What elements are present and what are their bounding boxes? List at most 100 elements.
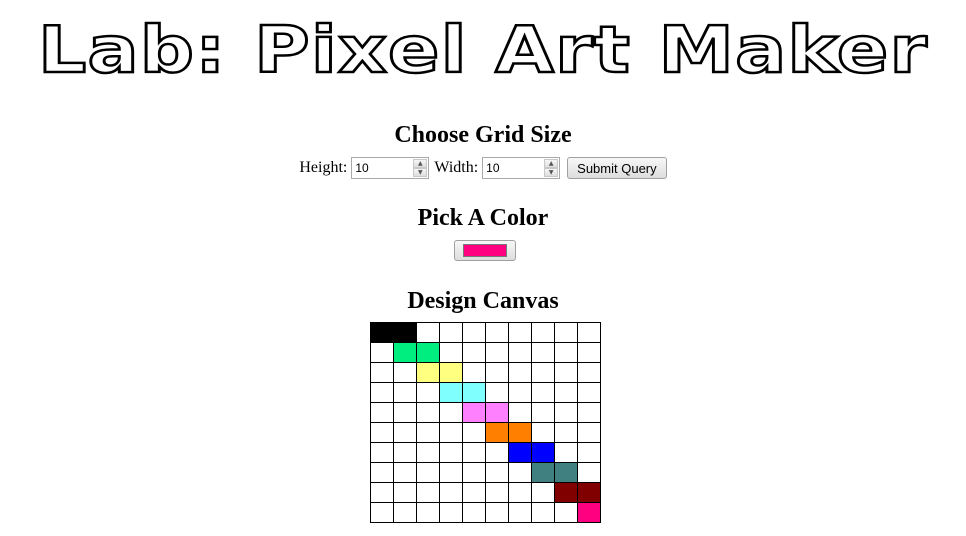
canvas-cell[interactable] xyxy=(462,442,486,463)
canvas-cell[interactable] xyxy=(531,322,555,343)
canvas-cell[interactable] xyxy=(370,502,394,523)
canvas-cell[interactable] xyxy=(485,482,509,503)
canvas-cell[interactable] xyxy=(485,402,509,423)
canvas-cell[interactable] xyxy=(577,502,601,523)
canvas-cell[interactable] xyxy=(416,402,440,423)
canvas-cell[interactable] xyxy=(462,482,486,503)
canvas-cell[interactable] xyxy=(462,502,486,523)
canvas-cell[interactable] xyxy=(508,362,532,383)
canvas-cell[interactable] xyxy=(393,422,417,443)
canvas-cell[interactable] xyxy=(577,442,601,463)
canvas-cell[interactable] xyxy=(577,342,601,363)
canvas-cell[interactable] xyxy=(416,342,440,363)
canvas-cell[interactable] xyxy=(370,342,394,363)
canvas-cell[interactable] xyxy=(462,342,486,363)
canvas-cell[interactable] xyxy=(554,502,578,523)
canvas-cell[interactable] xyxy=(554,422,578,443)
canvas-cell[interactable] xyxy=(439,422,463,443)
canvas-cell[interactable] xyxy=(439,462,463,483)
canvas-cell[interactable] xyxy=(439,502,463,523)
canvas-cell[interactable] xyxy=(462,362,486,383)
canvas-cell[interactable] xyxy=(393,342,417,363)
canvas-cell[interactable] xyxy=(508,462,532,483)
canvas-cell[interactable] xyxy=(416,462,440,483)
canvas-cell[interactable] xyxy=(416,502,440,523)
canvas-cell[interactable] xyxy=(370,382,394,403)
canvas-cell[interactable] xyxy=(393,402,417,423)
canvas-cell[interactable] xyxy=(577,402,601,423)
canvas-cell[interactable] xyxy=(393,382,417,403)
canvas-cell[interactable] xyxy=(531,382,555,403)
canvas-cell[interactable] xyxy=(577,322,601,343)
canvas-cell[interactable] xyxy=(370,362,394,383)
canvas-cell[interactable] xyxy=(416,422,440,443)
canvas-cell[interactable] xyxy=(577,482,601,503)
canvas-cell[interactable] xyxy=(462,462,486,483)
canvas-cell[interactable] xyxy=(531,362,555,383)
canvas-cell[interactable] xyxy=(370,422,394,443)
submit-button[interactable]: Submit Query xyxy=(567,157,667,179)
canvas-cell[interactable] xyxy=(577,382,601,403)
canvas-cell[interactable] xyxy=(462,322,486,343)
canvas-cell[interactable] xyxy=(508,322,532,343)
height-up-icon[interactable]: ▲ xyxy=(413,159,428,168)
width-up-icon[interactable]: ▲ xyxy=(544,159,559,168)
canvas-cell[interactable] xyxy=(531,442,555,463)
canvas-cell[interactable] xyxy=(393,362,417,383)
canvas-cell[interactable] xyxy=(439,362,463,383)
canvas-cell[interactable] xyxy=(508,342,532,363)
canvas-cell[interactable] xyxy=(370,442,394,463)
canvas-cell[interactable] xyxy=(416,442,440,463)
canvas-cell[interactable] xyxy=(416,482,440,503)
width-input[interactable] xyxy=(483,158,542,178)
canvas-cell[interactable] xyxy=(462,402,486,423)
canvas-cell[interactable] xyxy=(416,322,440,343)
canvas-cell[interactable] xyxy=(531,422,555,443)
canvas-cell[interactable] xyxy=(508,442,532,463)
canvas-cell[interactable] xyxy=(531,482,555,503)
canvas-cell[interactable] xyxy=(393,502,417,523)
canvas-cell[interactable] xyxy=(554,322,578,343)
canvas-cell[interactable] xyxy=(462,382,486,403)
canvas-cell[interactable] xyxy=(393,442,417,463)
canvas-cell[interactable] xyxy=(485,362,509,383)
canvas-cell[interactable] xyxy=(370,402,394,423)
canvas-cell[interactable] xyxy=(485,342,509,363)
width-down-icon[interactable]: ▼ xyxy=(544,168,559,177)
canvas-cell[interactable] xyxy=(531,502,555,523)
canvas-cell[interactable] xyxy=(485,322,509,343)
canvas-cell[interactable] xyxy=(577,462,601,483)
canvas-cell[interactable] xyxy=(416,362,440,383)
canvas-cell[interactable] xyxy=(370,482,394,503)
canvas-cell[interactable] xyxy=(393,322,417,343)
color-picker-button[interactable] xyxy=(454,240,516,261)
canvas-cell[interactable] xyxy=(554,382,578,403)
canvas-cell[interactable] xyxy=(485,382,509,403)
canvas-cell[interactable] xyxy=(439,442,463,463)
height-input[interactable] xyxy=(352,158,411,178)
canvas-cell[interactable] xyxy=(508,402,532,423)
canvas-cell[interactable] xyxy=(485,442,509,463)
canvas-cell[interactable] xyxy=(439,322,463,343)
canvas-cell[interactable] xyxy=(439,482,463,503)
canvas-cell[interactable] xyxy=(439,402,463,423)
canvas-cell[interactable] xyxy=(577,422,601,443)
canvas-cell[interactable] xyxy=(416,382,440,403)
canvas-cell[interactable] xyxy=(508,482,532,503)
canvas-cell[interactable] xyxy=(508,502,532,523)
canvas-cell[interactable] xyxy=(508,422,532,443)
canvas-cell[interactable] xyxy=(531,462,555,483)
canvas-cell[interactable] xyxy=(577,362,601,383)
canvas-cell[interactable] xyxy=(462,422,486,443)
canvas-cell[interactable] xyxy=(554,362,578,383)
canvas-cell[interactable] xyxy=(393,482,417,503)
canvas-cell[interactable] xyxy=(485,462,509,483)
canvas-cell[interactable] xyxy=(485,422,509,443)
canvas-cell[interactable] xyxy=(554,462,578,483)
canvas-cell[interactable] xyxy=(439,342,463,363)
canvas-cell[interactable] xyxy=(554,482,578,503)
canvas-cell[interactable] xyxy=(531,342,555,363)
canvas-cell[interactable] xyxy=(554,342,578,363)
canvas-cell[interactable] xyxy=(508,382,532,403)
canvas-cell[interactable] xyxy=(370,462,394,483)
